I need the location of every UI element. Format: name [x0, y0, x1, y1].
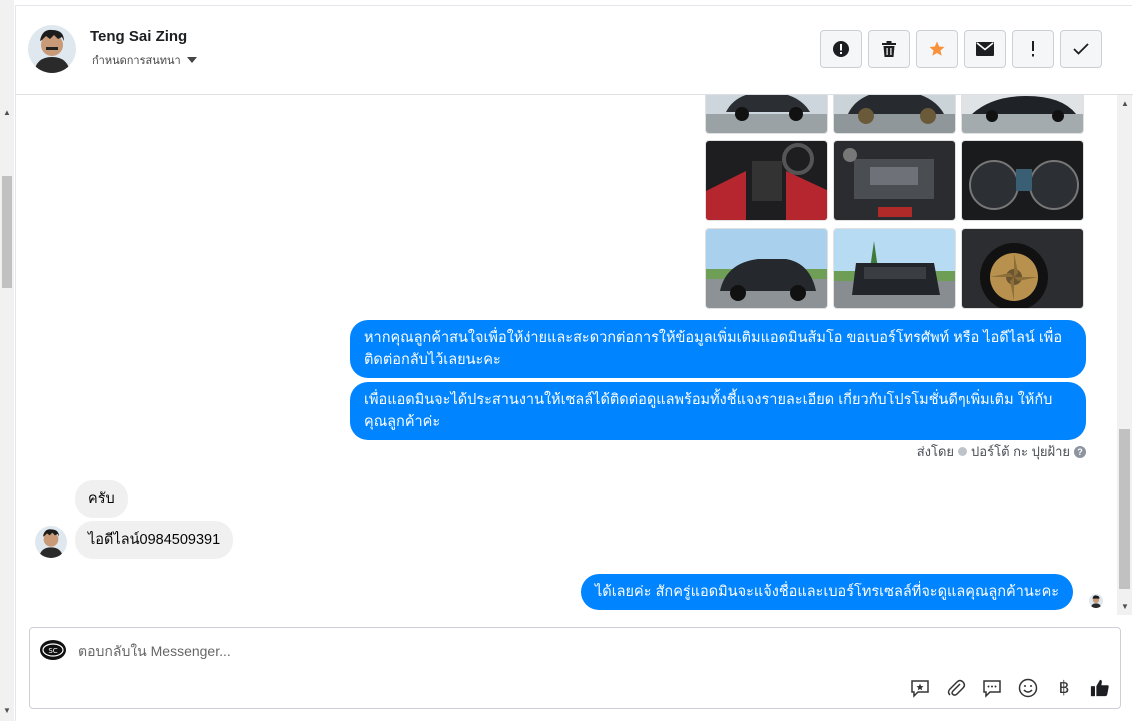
star-icon: [929, 41, 945, 56]
conversation-status-dropdown[interactable]: กำหนดการสนทนา: [92, 51, 197, 69]
car-wheel-photo[interactable]: [961, 228, 1084, 309]
mark-unread-button[interactable]: [964, 30, 1006, 68]
scroll-down-arrow-icon[interactable]: ▼: [1121, 602, 1129, 611]
exclamation-icon: [1032, 41, 1034, 57]
like-button[interactable]: [1090, 678, 1110, 698]
car-photo[interactable]: [833, 228, 956, 309]
attach-button[interactable]: [946, 678, 966, 698]
car-photo[interactable]: [961, 95, 1084, 134]
paperclip-icon: [947, 679, 966, 696]
message-thread[interactable]: หากคุณลูกค้าสนใจเพื่อให้ง่ายและสะดวกต่อก…: [16, 95, 1116, 615]
car-photo[interactable]: [833, 95, 956, 134]
incoming-message: ครับ: [75, 480, 128, 518]
sender-name[interactable]: ปอร์โต้ กะ ปุยฝ้าย: [971, 441, 1070, 462]
incoming-message: ไอดีไลน์0984509391: [75, 521, 234, 559]
payment-button[interactable]: ฿: [1054, 678, 1074, 698]
delete-button[interactable]: [868, 30, 910, 68]
saved-reply-icon: [911, 680, 929, 698]
car-engine-photo[interactable]: [833, 140, 956, 221]
header-actions: [820, 30, 1102, 68]
sent-by-label: ส่งโดย: [916, 444, 955, 459]
page-scroll-thumb[interactable]: [2, 176, 12, 288]
emoji-icon: [1018, 678, 1038, 698]
seen-avatar: [1089, 594, 1103, 608]
scroll-up-arrow-icon[interactable]: ▲: [3, 108, 11, 117]
conversation-header: Teng Sai Zing กำหนดการสนทนา: [16, 6, 1133, 95]
reply-input[interactable]: [78, 640, 878, 662]
composer-toolbar: ฿: [910, 678, 1110, 698]
car-interior-photo[interactable]: [705, 140, 828, 221]
check-icon: [1073, 43, 1089, 55]
chat-bubble-icon: [983, 680, 1001, 698]
thumbs-up-icon: [1090, 679, 1109, 697]
outgoing-message: หากคุณลูกค้าสนใจเพื่อให้ง่ายและสะดวกต่อก…: [350, 320, 1086, 378]
outgoing-message: ได้เลยค่ะ สักครู่แอดมินจะแจ้งชื่อและเบอร…: [581, 574, 1074, 610]
page-avatar: SC: [40, 640, 66, 660]
saved-reply-button[interactable]: [910, 678, 930, 698]
svg-text:SC: SC: [48, 647, 57, 655]
help-question-icon[interactable]: ?: [1074, 445, 1086, 458]
sent-by-info: ส่งโดย ปอร์โต้ กะ ปุยฝ้าย ?: [917, 441, 1086, 462]
follow-up-button[interactable]: [1012, 30, 1054, 68]
conversation-panel: Teng Sai Zing กำหนดการสนทนา หากคุณลูกค้า…: [15, 5, 1133, 721]
car-photo[interactable]: [705, 95, 828, 134]
emoji-button[interactable]: [1018, 678, 1038, 698]
envelope-icon: [976, 42, 994, 56]
baht-icon: ฿: [1058, 678, 1070, 697]
caret-down-icon: [186, 57, 197, 63]
message-button[interactable]: [982, 678, 1002, 698]
conversation-status-label: กำหนดการสนทนา: [92, 55, 181, 67]
verified-dot-icon: [958, 447, 968, 456]
thread-scrollbar[interactable]: ▲ ▼: [1117, 95, 1132, 615]
star-button[interactable]: [916, 30, 958, 68]
trash-icon: [882, 41, 896, 57]
mark-done-button[interactable]: [1060, 30, 1102, 68]
outgoing-message: เพื่อแอดมินจะได้ประสานงานให้เซลล์ได้ติดต…: [350, 382, 1086, 440]
alert-circle-icon: [833, 41, 849, 57]
thread-scroll-thumb[interactable]: [1119, 429, 1130, 589]
mark-spam-button[interactable]: [820, 30, 862, 68]
sender-avatar[interactable]: [35, 526, 67, 558]
car-photo[interactable]: [705, 228, 828, 309]
contact-avatar[interactable]: [28, 25, 76, 73]
reply-composer: SC ฿: [29, 627, 1121, 709]
page-scrollbar[interactable]: ▲ ▼: [0, 0, 14, 721]
car-dashboard-photo[interactable]: [961, 140, 1084, 221]
scroll-up-arrow-icon[interactable]: ▲: [1121, 99, 1129, 108]
contact-name[interactable]: Teng Sai Zing: [90, 28, 187, 45]
page: ▲ ▼ Teng Sai Zing กำหนดการสนทนา หากคุณลู…: [0, 0, 1147, 721]
scroll-down-arrow-icon[interactable]: ▼: [3, 706, 11, 715]
